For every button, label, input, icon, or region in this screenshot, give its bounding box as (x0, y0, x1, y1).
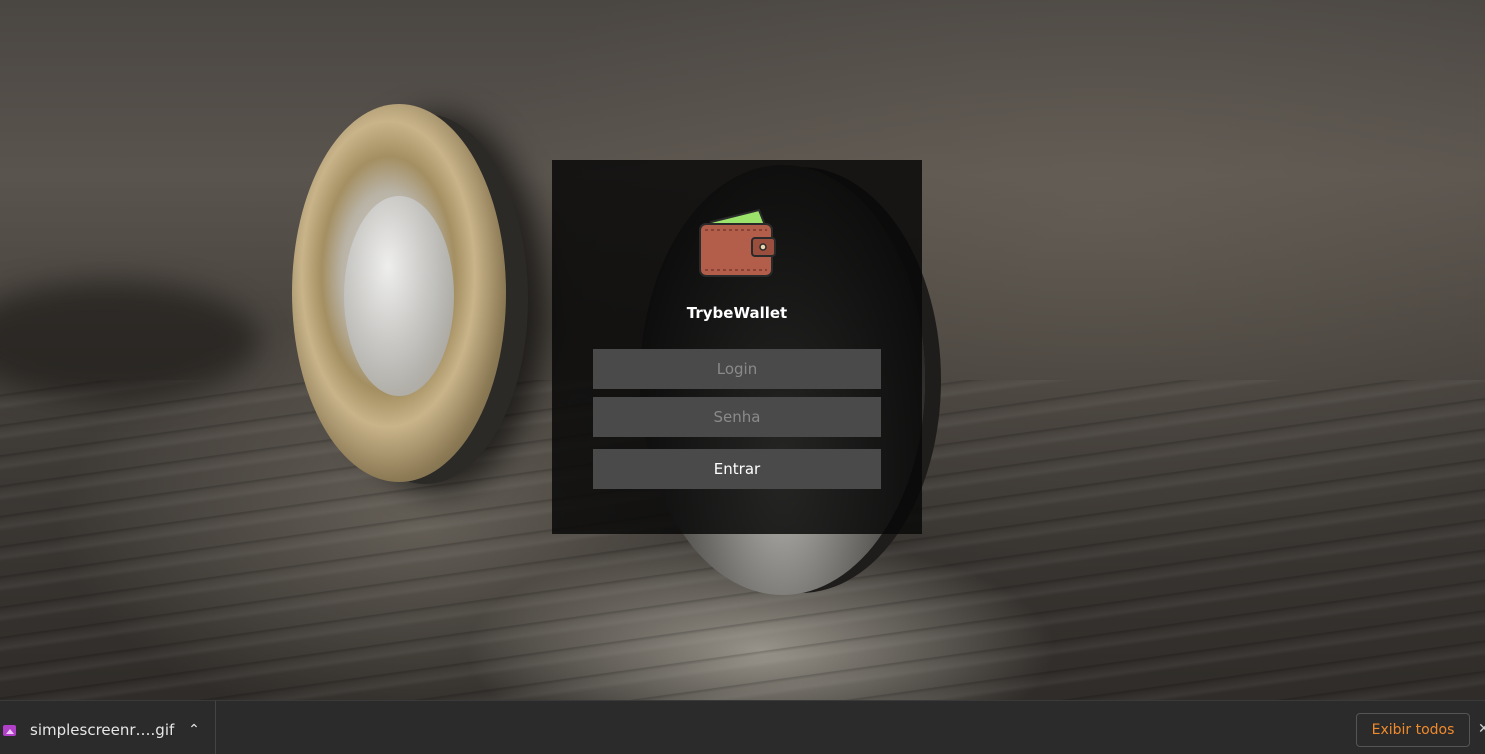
background-coin-left (292, 104, 506, 482)
close-icon[interactable]: ✕ (1478, 719, 1485, 739)
wallet-icon (699, 208, 776, 277)
download-bar: simplescreenr….gif ⌃ Exibir todos ✕ (0, 700, 1485, 754)
download-item[interactable]: simplescreenr….gif ⌃ (0, 701, 216, 754)
enter-button[interactable]: Entrar (593, 449, 881, 489)
page-viewport: TrybeWallet Entrar (0, 0, 1485, 700)
download-file-name[interactable]: simplescreenr….gif (30, 721, 174, 739)
show-all-downloads-button[interactable]: Exibir todos (1356, 713, 1470, 747)
app-title: TrybeWallet (686, 304, 788, 322)
login-input[interactable] (593, 349, 881, 389)
login-card: TrybeWallet Entrar (552, 160, 922, 534)
password-input[interactable] (593, 397, 881, 437)
chevron-up-icon[interactable]: ⌃ (184, 717, 204, 741)
image-file-icon (3, 725, 16, 736)
